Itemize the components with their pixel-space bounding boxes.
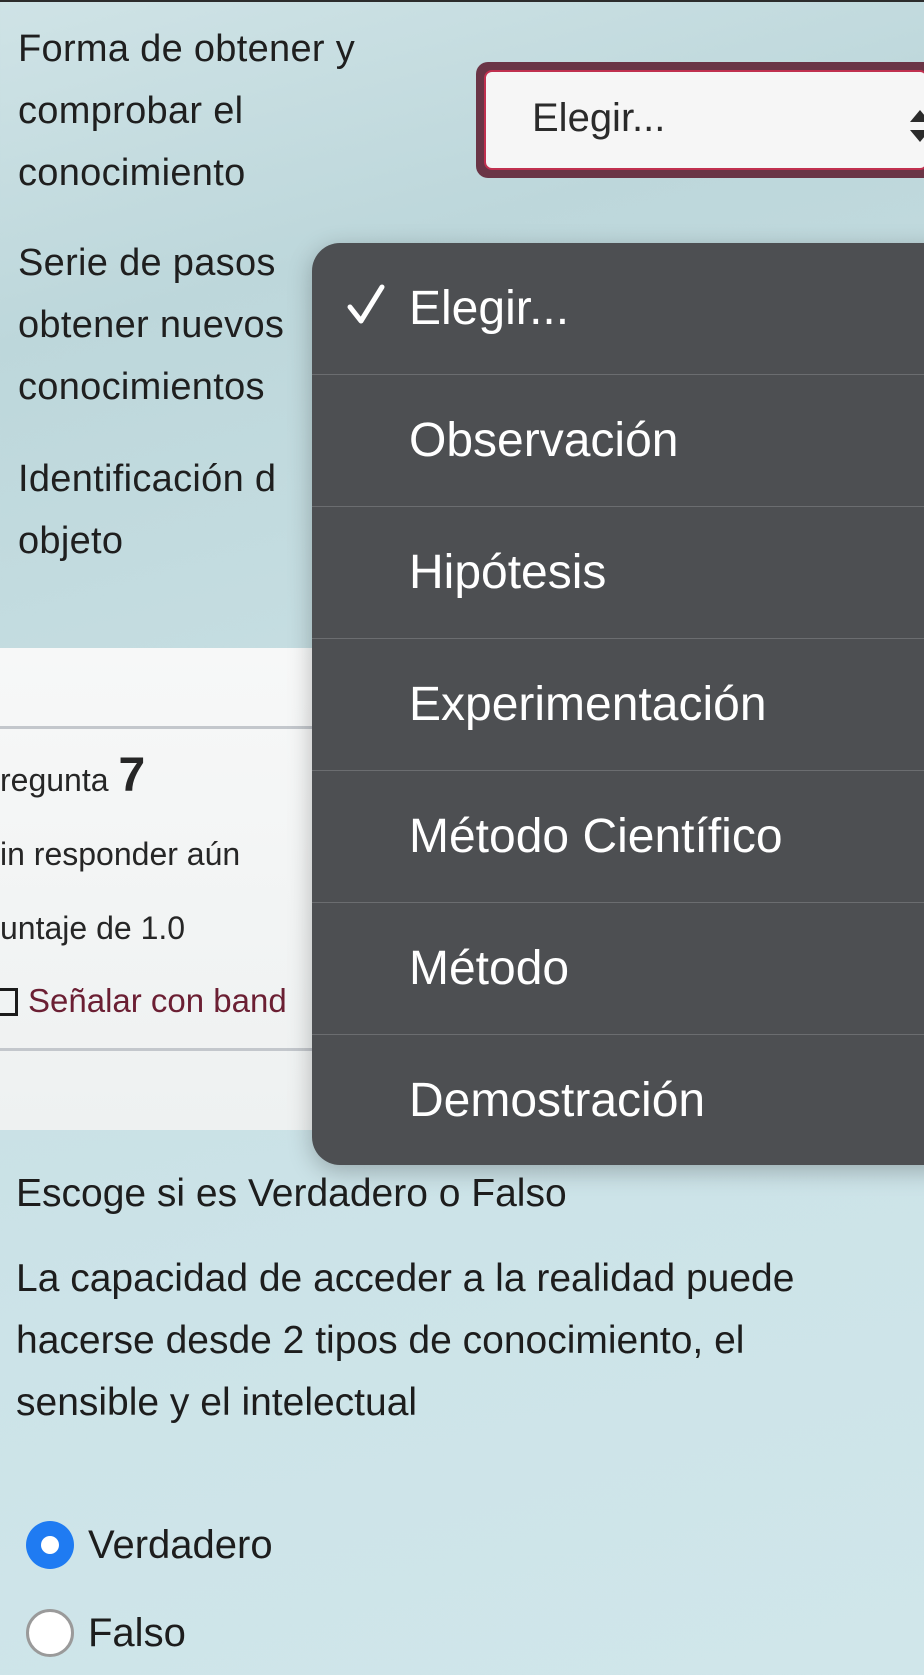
answer-select[interactable]: Elegir... — [476, 62, 924, 178]
menu-option-experimentacion[interactable]: Experimentación — [312, 639, 924, 771]
menu-option-label: Método — [409, 942, 570, 995]
match-row-2-label: Serie de pasos obtener nuevos conocimien… — [18, 232, 284, 418]
menu-option-label: Experimentación — [409, 678, 767, 731]
flag-label: Señalar con band — [28, 982, 287, 1019]
menu-option-label: Demostración — [409, 1074, 706, 1127]
menu-option-metodo-cientifico[interactable]: Método Científico — [312, 771, 924, 903]
match-row-1-line-1: Forma de obtener y — [18, 28, 356, 70]
radio-selected-icon[interactable] — [26, 1521, 74, 1569]
match-row-2-line-1: Serie de pasos — [18, 242, 276, 284]
question-line-1: La capacidad de acceder a la realidad pu… — [16, 1257, 795, 1300]
question-info-panel — [0, 648, 330, 1130]
answer-option-verdadero[interactable]: Verdadero — [26, 1519, 273, 1571]
info-rule-top — [0, 726, 330, 729]
match-row-2-line-2: obtener nuevos — [18, 304, 285, 346]
match-row-1-line-2: comprobar el — [18, 90, 244, 132]
match-row-1-label: Forma de obtener y comprobar el conocimi… — [18, 18, 355, 204]
menu-option-metodo[interactable]: Método — [312, 903, 924, 1035]
radio-unselected-icon[interactable] — [26, 1609, 74, 1657]
match-row-3-line-2: objeto — [18, 520, 124, 562]
question-instruction: Escoge si es Verdadero o Falso — [16, 1172, 567, 1215]
info-rule-bottom — [0, 1048, 330, 1051]
flag-question-link[interactable]: Señalar con band — [0, 982, 287, 1020]
answer-select-field[interactable]: Elegir... — [484, 70, 924, 170]
menu-option-observacion[interactable]: Observación — [312, 375, 924, 507]
question-number: 7 — [118, 749, 146, 802]
menu-option-label: Elegir... — [409, 282, 570, 335]
match-row-3-label: Identificación d objeto — [18, 448, 276, 572]
question-word: regunta — [0, 762, 109, 798]
answer-option-label: Verdadero — [88, 1522, 273, 1567]
menu-option-hipotesis[interactable]: Hipótesis — [312, 507, 924, 639]
top-divider — [0, 0, 924, 2]
question-line-3: sensible y el intelectual — [16, 1381, 418, 1424]
question-status: in responder aún — [0, 836, 241, 872]
menu-option-label: Hipótesis — [409, 546, 607, 599]
menu-option-label: Observación — [409, 414, 679, 467]
match-row-2-line-3: conocimientos — [18, 366, 265, 408]
flag-icon — [0, 988, 18, 1016]
menu-option-demostracion[interactable]: Demostración — [312, 1035, 924, 1165]
select-updown-icon — [910, 110, 924, 142]
answer-option-label: Falso — [88, 1610, 186, 1655]
question-body: La capacidad de acceder a la realidad pu… — [16, 1248, 916, 1434]
menu-option-label: Método Científico — [409, 810, 783, 863]
question-score: untaje de 1.0 — [0, 910, 186, 946]
match-row-3-line-1: Identificación d — [18, 458, 277, 500]
answer-option-falso[interactable]: Falso — [26, 1607, 186, 1659]
match-row-1-line-3: conocimiento — [18, 152, 246, 194]
checkmark-icon — [347, 284, 385, 324]
answer-select-value: Elegir... — [532, 96, 666, 140]
menu-option-elegir[interactable]: Elegir... — [312, 243, 924, 375]
select-dropdown-menu[interactable]: Elegir... Observación Hipótesis Experime… — [312, 243, 924, 1165]
question-line-2: hacerse desde 2 tipos de conocimiento, e… — [16, 1319, 745, 1362]
question-number-label: regunta 7 — [0, 748, 145, 803]
